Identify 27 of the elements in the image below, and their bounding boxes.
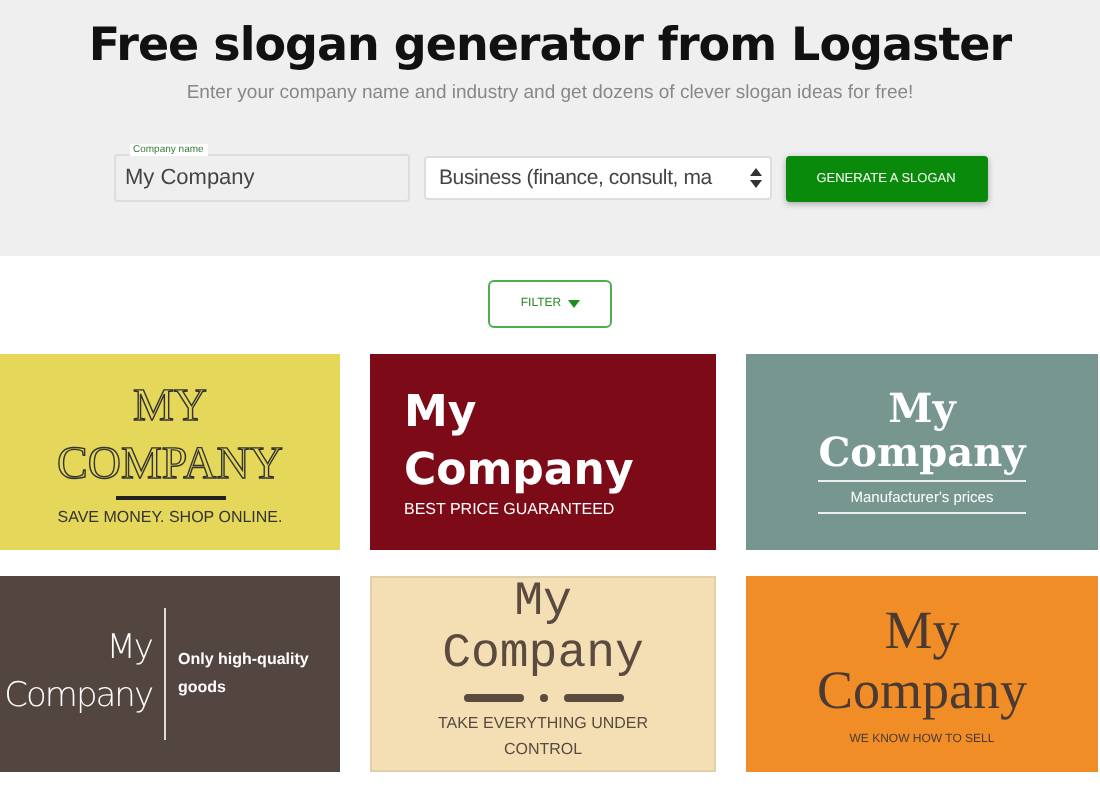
slogan-text: Only high-quality goods — [178, 648, 311, 700]
company-name: Company — [442, 630, 644, 684]
company-name: My — [888, 385, 956, 429]
slogan-card[interactable]: My Company BEST PRICE GUARANTEED — [370, 354, 716, 550]
page-title: Free slogan generator from Logaster — [88, 20, 1012, 72]
ornament-icon — [463, 689, 623, 706]
industry-select[interactable]: Business (finance, consult, ma — [423, 156, 771, 200]
slogan-card[interactable]: My Company TAKE EVERYTHING UNDER CONTROL — [370, 576, 716, 772]
company-name: My — [884, 602, 960, 662]
company-name: My — [106, 626, 152, 673]
company-name: Company — [404, 443, 634, 499]
select-arrows-icon — [749, 168, 761, 188]
company-name: Company — [4, 674, 152, 720]
slogan-text: BEST PRICE GUARANTEED — [404, 500, 615, 519]
slogan-card[interactable]: MY COMPANY SAVE MONEY. SHOP ONLINE. — [0, 354, 340, 550]
company-name: MY — [132, 377, 208, 434]
company-name-field[interactable]: My Company — [113, 154, 409, 202]
page-subtitle: Enter your company name and industry and get dozens of clever slogan ideas for free! — [186, 82, 914, 104]
company-name: My — [404, 385, 477, 442]
slogan-card[interactable]: My Company Only high-quality goods — [0, 576, 340, 772]
company-name: COMPANY — [57, 435, 283, 491]
caret-icon — [567, 300, 580, 308]
company-name: Company — [818, 429, 1026, 473]
slogan-text: TAKE EVERYTHING UNDER CONTROL — [435, 711, 651, 762]
company-name: Company — [817, 662, 1027, 722]
slogan-text: SAVE MONEY. SHOP ONLINE. — [57, 508, 283, 527]
company-name: My — [514, 578, 572, 631]
